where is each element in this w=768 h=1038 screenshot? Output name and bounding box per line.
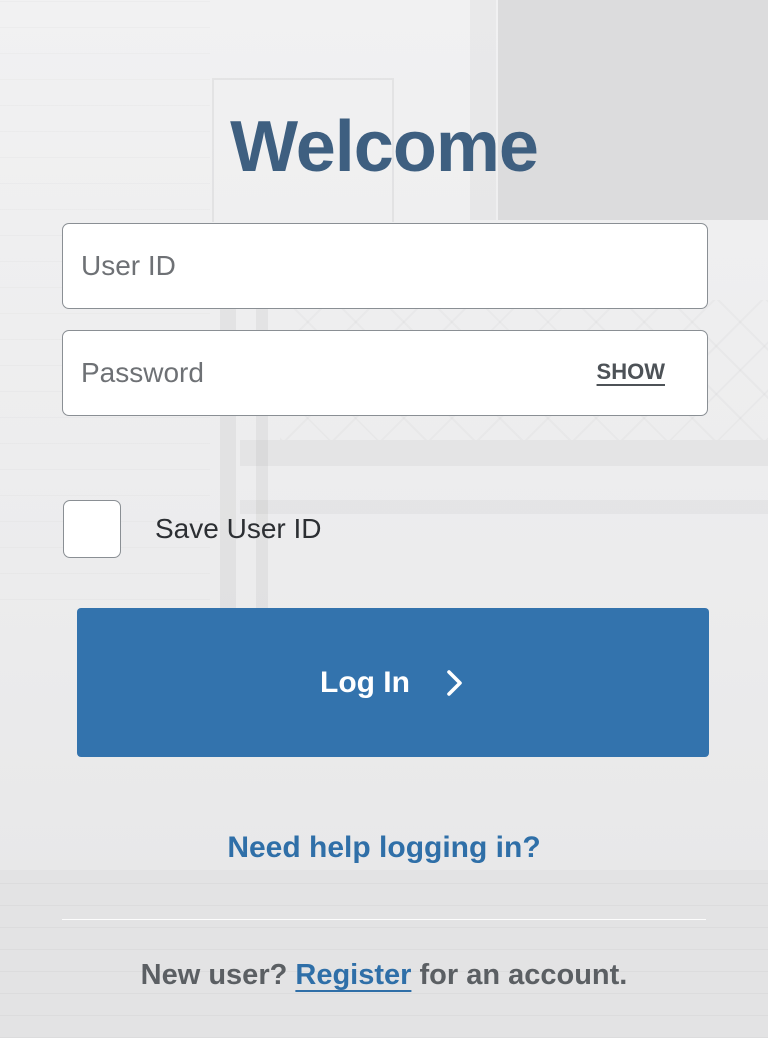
login-button[interactable]: Log In <box>77 608 709 757</box>
save-user-id-label[interactable]: Save User ID <box>155 513 322 545</box>
user-id-field[interactable] <box>62 223 708 309</box>
password-field[interactable]: SHOW <box>62 330 708 416</box>
save-user-id-checkbox[interactable] <box>63 500 121 558</box>
divider <box>62 919 706 920</box>
login-panel: Welcome SHOW Save User ID Log In Need he… <box>0 0 768 1038</box>
chevron-right-icon <box>447 669 462 696</box>
register-prompt: New user? Register for an account. <box>0 959 768 992</box>
register-prefix-text: New user? <box>140 959 296 991</box>
register-link[interactable]: Register <box>295 959 411 991</box>
page-title: Welcome <box>230 107 539 187</box>
user-id-input[interactable] <box>63 224 707 308</box>
save-user-id-row: Save User ID <box>63 499 322 559</box>
need-help-link[interactable]: Need help logging in? <box>0 831 768 865</box>
login-button-label: Log In <box>320 665 410 699</box>
register-suffix-text: for an account. <box>411 959 628 991</box>
show-password-toggle[interactable]: SHOW <box>597 359 665 385</box>
